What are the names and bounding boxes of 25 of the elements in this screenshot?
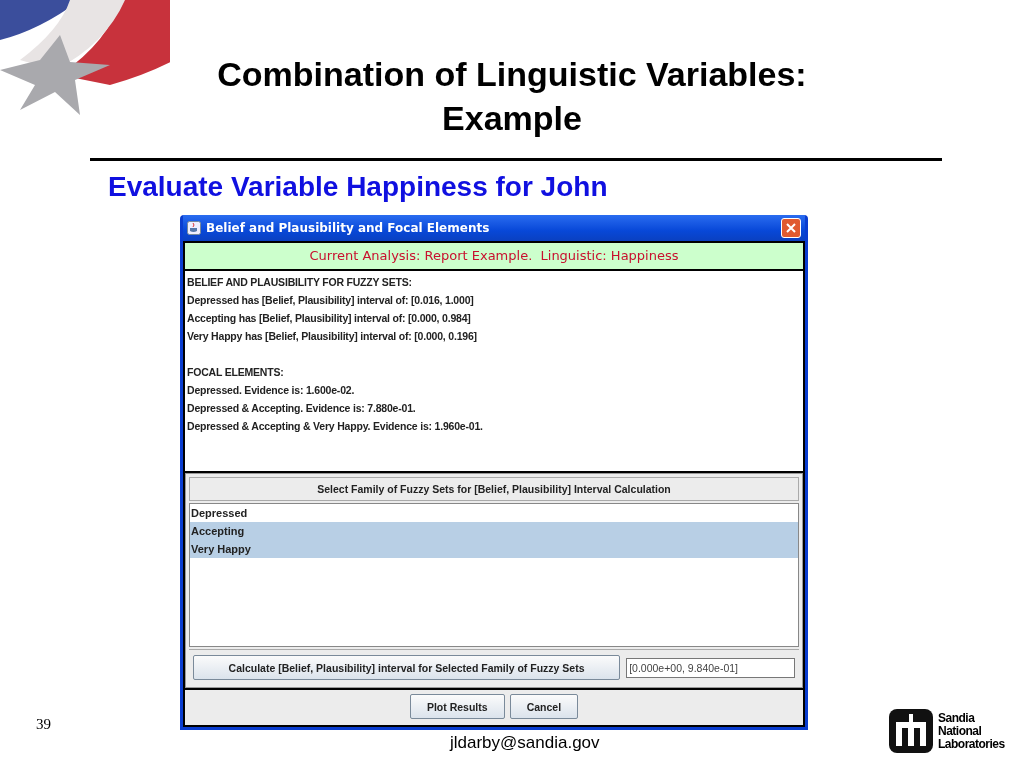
list-item[interactable]: Accepting — [190, 522, 798, 540]
dialog-button[interactable]: Cancel — [509, 694, 579, 719]
calculate-button[interactable]: Calculate [Belief, Plausibility] interval for Selected Family of Fuzzy Sets — [193, 655, 621, 680]
page-number: 39 — [36, 716, 51, 733]
report-line: Depressed. Evidence is: 1.600e-02. — [187, 383, 356, 398]
report-heading: BELIEF AND PLAUSIBILITY FOR FUZZY SETS: — [187, 275, 413, 290]
footer-email: jldarby@sandia.gov — [450, 733, 600, 753]
report-line: Depressed & Accepting & Very Happy. Evidence is: 1.960e-01. — [187, 419, 484, 434]
list-item[interactable]: Very Happy — [190, 540, 798, 558]
slide-title: Combination of Linguistic Variables: Example — [217, 54, 807, 139]
panel-header: Select Family of Fuzzy Sets for [Belief, Plausibility] Interval Calculation — [189, 477, 799, 501]
analysis-banner: Current Analysis: Report Example. Linguistic: Happiness — [185, 243, 803, 269]
slide-subtitle: Evaluate Variable Happiness for John — [108, 170, 609, 204]
window-title: Belief and Plausibility and Focal Elements — [206, 221, 491, 235]
report-line: Accepting has [Belief, Plausibility] interval of: [0.000, 0.984] — [187, 311, 472, 326]
report-line: Depressed has [Belief, Plausibility] interval of: [0.016, 1.000] — [187, 293, 475, 308]
report-heading: FOCAL ELEMENTS: — [187, 365, 285, 380]
report-line: Depressed & Accepting. Evidence is: 7.880e-01. — [187, 401, 417, 416]
logo-text: Sandia National Laboratories — [938, 711, 1005, 751]
report-line: Very Happy has [Belief, Plausibility] interval of: [0.000, 0.196] — [187, 329, 478, 344]
close-icon — [785, 222, 797, 234]
dialog-button[interactable]: Plot Results — [409, 694, 505, 719]
result-field[interactable]: [0.000e+00, 9.840e-01] — [626, 657, 795, 678]
close-button[interactable] — [781, 218, 801, 238]
list-item[interactable]: Depressed — [190, 504, 798, 522]
